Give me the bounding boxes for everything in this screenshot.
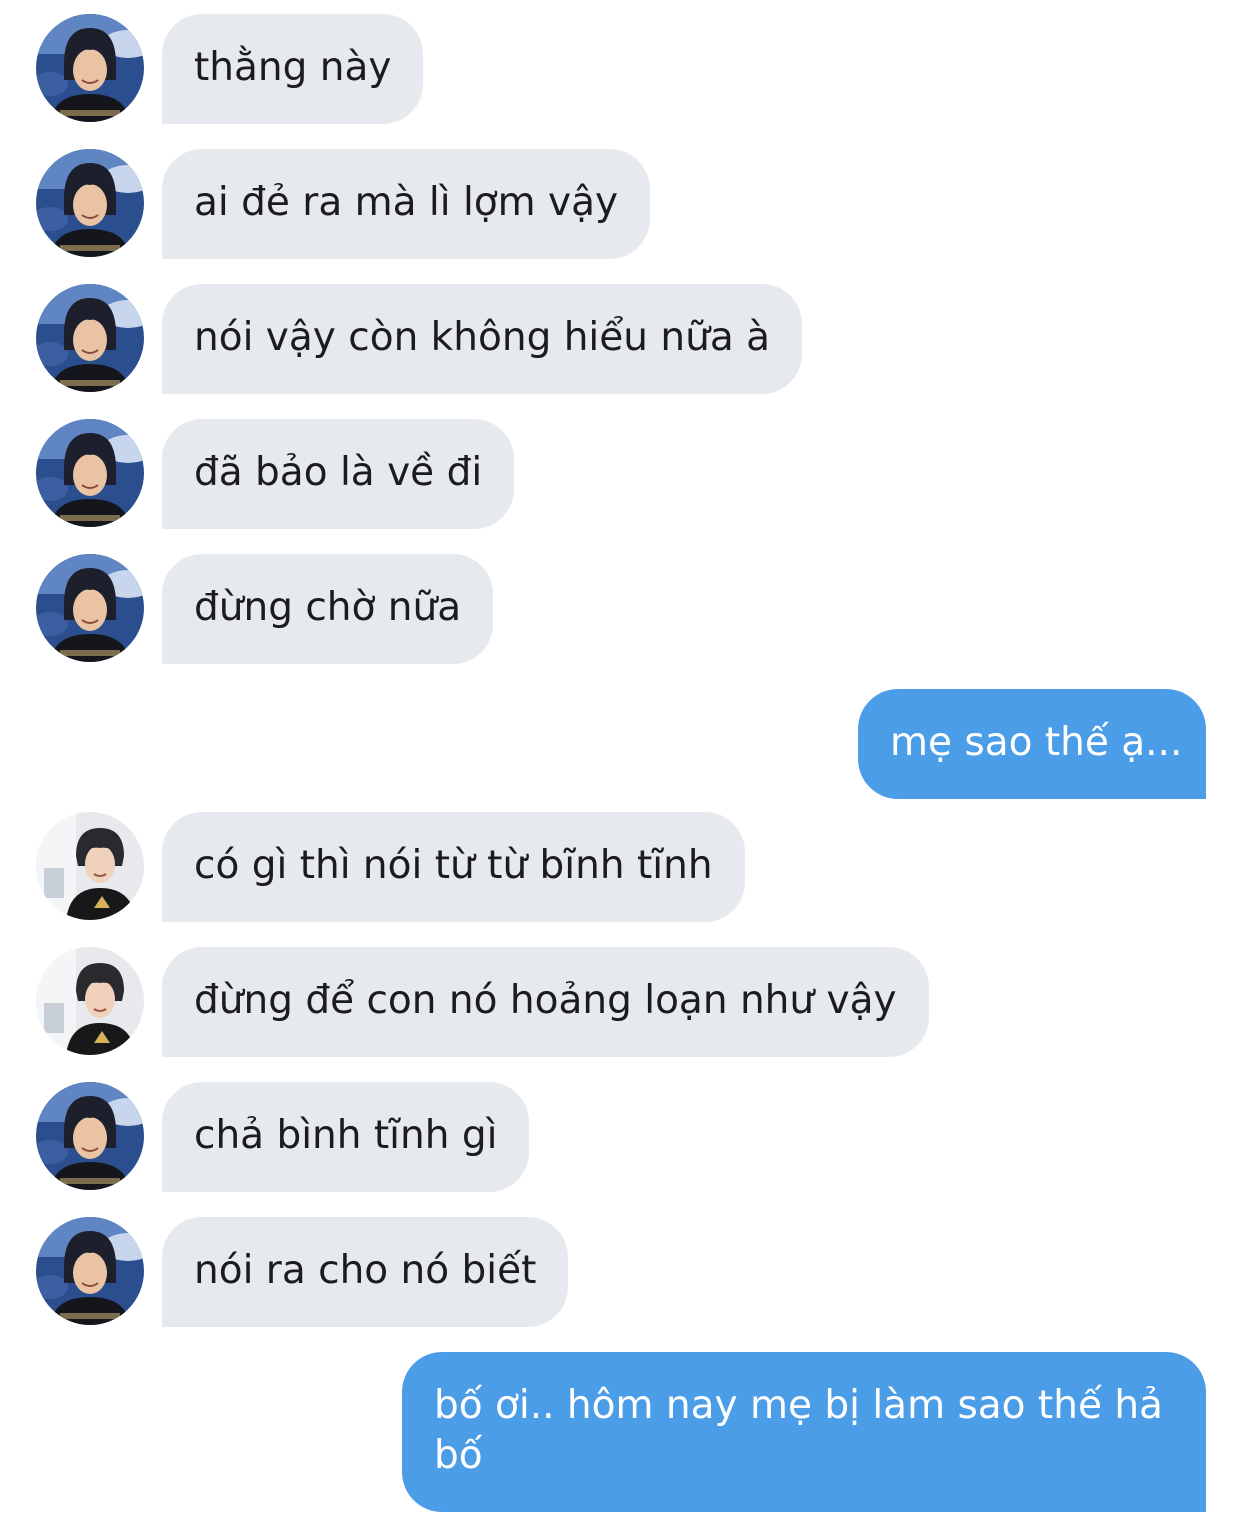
sender-avatar[interactable] xyxy=(36,419,144,527)
outgoing-message-bubble[interactable]: bố ơi.. hôm nay mẹ bị làm sao thế hả bố xyxy=(402,1352,1206,1512)
incoming-message-bubble[interactable]: đừng để con nó hoảng loạn như vậy xyxy=(162,947,929,1057)
sender-avatar[interactable] xyxy=(36,1217,144,1325)
sender-avatar[interactable] xyxy=(36,149,144,257)
incoming-message-bubble[interactable]: ai đẻ ra mà lì lợm vậy xyxy=(162,149,651,259)
sender-avatar[interactable] xyxy=(36,947,144,1055)
sender-avatar[interactable] xyxy=(36,284,144,392)
sender-avatar[interactable] xyxy=(36,812,144,920)
incoming-message-bubble[interactable]: nói vậy còn không hiểu nữa à xyxy=(162,284,803,394)
incoming-message-bubble[interactable]: đã bảo là về đi xyxy=(162,419,515,529)
incoming-message-bubble[interactable]: có gì thì nói từ từ bĩnh tĩnh xyxy=(162,812,745,922)
incoming-message-bubble[interactable]: đừng chờ nữa xyxy=(162,554,494,664)
sender-avatar[interactable] xyxy=(36,14,144,122)
incoming-message-bubble[interactable]: nói ra cho nó biết xyxy=(162,1217,569,1327)
incoming-message-bubble[interactable]: chả bình tĩnh gì xyxy=(162,1082,530,1192)
incoming-message-bubble[interactable]: thằng này xyxy=(162,14,424,124)
sender-avatar[interactable] xyxy=(36,1082,144,1190)
outgoing-message-bubble[interactable]: mẹ sao thế ạ... xyxy=(858,689,1206,799)
sender-avatar[interactable] xyxy=(36,554,144,662)
